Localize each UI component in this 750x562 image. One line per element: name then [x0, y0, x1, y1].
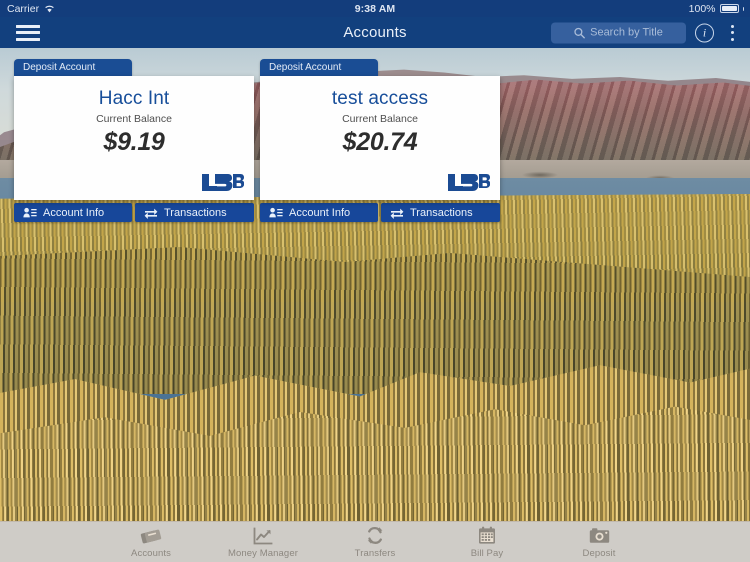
account-info-icon — [269, 207, 283, 218]
account-card-actions: Account Info Transactions — [14, 203, 254, 222]
search-input[interactable]: Search by Title — [551, 22, 686, 43]
lsb-bank-logo — [202, 174, 244, 191]
search-placeholder: Search by Title — [590, 26, 663, 39]
navigation-bar: Accounts Search by Title i — [0, 17, 750, 49]
account-name: Hacc Int — [98, 88, 170, 109]
tab-bill-pay[interactable]: Bill Pay — [447, 526, 527, 559]
account-info-label: Account Info — [43, 206, 105, 219]
tab-accounts[interactable]: Accounts — [111, 526, 191, 559]
account-info-label: Account Info — [289, 206, 351, 219]
account-info-icon — [23, 207, 37, 218]
tab-transfers-label: Transfers — [354, 547, 396, 559]
tab-deposit-label: Deposit — [582, 547, 616, 559]
transactions-button[interactable]: Transactions — [381, 203, 500, 222]
transactions-button[interactable]: Transactions — [135, 203, 254, 222]
status-bar-right: 100% — [689, 3, 744, 15]
balance-label: Current Balance — [96, 113, 172, 125]
account-card-actions: Account Info Transactions — [260, 203, 500, 222]
tab-deposit[interactable]: Deposit — [559, 526, 639, 559]
status-bar: Carrier 9:38 AM 100% — [0, 0, 750, 17]
transactions-exchange-icon — [390, 208, 404, 219]
overflow-menu-icon[interactable] — [725, 24, 739, 42]
account-card: Deposit Account test access Current Bala… — [260, 59, 500, 222]
tab-accounts-label: Accounts — [131, 547, 171, 559]
tab-transfers[interactable]: Transfers — [335, 526, 415, 559]
account-balance: $20.74 — [342, 128, 418, 156]
refresh-arrows-icon — [364, 526, 386, 546]
camera-icon — [588, 526, 610, 546]
balance-label: Current Balance — [342, 113, 418, 125]
lsb-bank-logo — [448, 174, 490, 191]
tab-money-manager[interactable]: Money Manager — [223, 526, 303, 559]
account-balance: $9.19 — [103, 128, 165, 156]
calendar-icon — [476, 526, 498, 546]
tab-money-manager-label: Money Manager — [228, 547, 298, 559]
account-card-body[interactable]: Hacc Int Current Balance $9.19 — [14, 76, 254, 200]
cards-stack-icon — [140, 526, 162, 546]
info-icon[interactable]: i — [695, 23, 714, 42]
battery-percent-label: 100% — [688, 2, 716, 15]
account-info-button[interactable]: Account Info — [14, 203, 132, 222]
account-info-button[interactable]: Account Info — [260, 203, 378, 222]
account-type-tab: Deposit Account — [260, 59, 378, 76]
account-card-body[interactable]: test access Current Balance $20.74 — [260, 76, 500, 200]
account-name: test access — [331, 88, 429, 109]
account-type-tab: Deposit Account — [14, 59, 132, 76]
tab-bill-pay-label: Bill Pay — [470, 547, 504, 559]
clock: 9:38 AM — [354, 2, 396, 15]
transactions-exchange-icon — [144, 208, 158, 219]
search-icon — [574, 27, 586, 38]
battery-cap — [742, 6, 744, 11]
battery-full-icon — [719, 4, 739, 13]
transactions-label: Transactions — [164, 206, 227, 219]
bottom-tab-bar: Accounts Money Manager Transfers Bill Pa… — [0, 521, 750, 562]
transactions-label: Transactions — [410, 206, 473, 219]
account-card: Deposit Account Hacc Int Current Balance… — [14, 59, 254, 222]
chart-trend-icon — [252, 526, 274, 546]
